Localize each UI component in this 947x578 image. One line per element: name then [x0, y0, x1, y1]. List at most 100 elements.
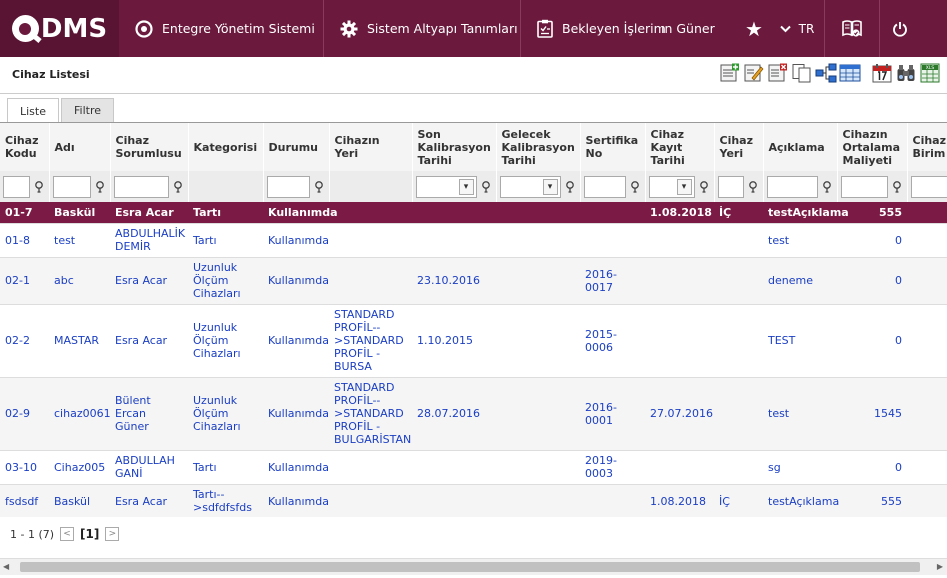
- cell-kayit-tarihi[interactable]: 1.08.2018: [645, 202, 714, 224]
- cell-kayit-tarihi[interactable]: [645, 304, 714, 378]
- cell-son-kalibrasyon[interactable]: [412, 484, 496, 517]
- cell-aciklama[interactable]: testAçıklama: [763, 202, 849, 224]
- cell-adi[interactable]: Baskül: [49, 202, 110, 224]
- cell-birim[interactable]: [907, 484, 947, 517]
- cell-cihaz-yeri[interactable]: [714, 257, 763, 305]
- nav-sistem-altyapi[interactable]: Sistem Altyapı Tanımları: [324, 0, 521, 57]
- col-header-durumu[interactable]: Durumu: [263, 123, 330, 171]
- cell-son-kalibrasyon[interactable]: [412, 223, 496, 258]
- cell-gelecek-kalibrasyon[interactable]: [496, 202, 580, 224]
- cell-sorumlu[interactable]: Esra Acar: [110, 202, 188, 224]
- binoculars-icon[interactable]: [895, 62, 917, 84]
- cell-adi[interactable]: Cihaz005: [49, 450, 110, 485]
- cell-maliyet[interactable]: 0: [837, 304, 907, 378]
- copy-record-icon[interactable]: [791, 62, 813, 84]
- cell-sorumlu[interactable]: Esra Acar: [110, 484, 188, 517]
- cell-kategori[interactable]: Uzunluk Ölçüm Cihazları: [188, 377, 263, 451]
- col-header-cihaz-kodu[interactable]: Cihaz Kodu: [0, 123, 50, 171]
- logo[interactable]: DMS: [0, 0, 119, 57]
- cell-cihaz-kodu[interactable]: 03-10: [0, 450, 49, 485]
- cell-durum[interactable]: Kullanımda: [263, 484, 329, 517]
- scrollbar-thumb[interactable]: [20, 562, 920, 572]
- filter-input[interactable]: [910, 175, 947, 198]
- table-row[interactable]: 03-10 Cihaz005 ABDULLAH GANİ Tartı Kulla…: [0, 450, 947, 485]
- cell-cihazin-yeri[interactable]: [329, 202, 412, 224]
- cell-gelecek-kalibrasyon[interactable]: [496, 304, 580, 378]
- chevron-down-icon[interactable]: ▾: [676, 178, 692, 195]
- cell-cihaz-kodu[interactable]: 02-9: [0, 377, 49, 451]
- cell-gelecek-kalibrasyon[interactable]: [496, 223, 580, 258]
- cell-adi[interactable]: cihaz0061: [49, 377, 111, 451]
- col-header-cihaz-yeri[interactable]: Cihaz Yeri: [714, 123, 764, 171]
- cell-son-kalibrasyon[interactable]: [412, 202, 496, 224]
- cell-kategori[interactable]: Tartı: [188, 202, 263, 224]
- cell-cihaz-yeri[interactable]: İÇ: [714, 484, 763, 517]
- cell-kategori[interactable]: Uzunluk Ölçüm Cihazları: [188, 257, 263, 305]
- cell-birim[interactable]: [907, 202, 947, 224]
- cell-son-kalibrasyon[interactable]: [412, 450, 496, 485]
- filter-icon[interactable]: [697, 180, 711, 194]
- cell-son-kalibrasyon[interactable]: 28.07.2016: [412, 377, 496, 451]
- cell-durum[interactable]: Kullanımda: [263, 257, 329, 305]
- cell-sertifika[interactable]: [580, 223, 645, 258]
- col-header-sertifika-no[interactable]: Sertifika No: [580, 123, 646, 171]
- cell-maliyet[interactable]: 0: [837, 450, 907, 485]
- cell-cihaz-kodu[interactable]: 01-8: [0, 223, 49, 258]
- filter-input[interactable]: [3, 175, 30, 198]
- cell-cihaz-yeri[interactable]: [714, 377, 763, 451]
- grid-view-icon[interactable]: [839, 62, 861, 84]
- cell-sorumlu[interactable]: ABDULLAH GANİ: [110, 450, 188, 485]
- cell-sorumlu[interactable]: ABDULHALİK DEMİR: [110, 223, 188, 258]
- cell-birim[interactable]: [907, 257, 947, 305]
- cell-kayit-tarihi[interactable]: 27.07.2016: [645, 377, 714, 451]
- nav-entegre-yonetim[interactable]: Entegre Yönetim Sistemi: [119, 0, 324, 57]
- filter-input[interactable]: [266, 175, 310, 198]
- cell-sertifika[interactable]: 2015-0006: [580, 304, 645, 378]
- cell-sorumlu[interactable]: Esra Acar: [110, 304, 188, 378]
- cell-cihazin-yeri[interactable]: [329, 223, 412, 258]
- cell-sertifika[interactable]: [580, 484, 645, 517]
- cell-adi[interactable]: abc: [49, 257, 110, 305]
- table-row[interactable]: 02-9 cihaz0061 Bülent Ercan Güner Uzunlu…: [0, 377, 947, 451]
- cell-gelecek-kalibrasyon[interactable]: [496, 484, 580, 517]
- col-header-son-kalibrasyon[interactable]: Son Kalibrasyon Tarihi: [412, 123, 497, 171]
- cell-adi[interactable]: test: [49, 223, 110, 258]
- cell-adi[interactable]: Baskül: [49, 484, 110, 517]
- filter-icon[interactable]: [93, 180, 107, 194]
- filter-icon[interactable]: [171, 180, 185, 194]
- col-header-cihaz-birim[interactable]: Cihaz Birim: [907, 123, 947, 171]
- cell-son-kalibrasyon[interactable]: 23.10.2016: [412, 257, 496, 305]
- cell-cihaz-yeri[interactable]: [714, 304, 763, 378]
- add-record-icon[interactable]: [719, 62, 741, 84]
- scroll-right-icon[interactable]: ▶: [937, 562, 943, 571]
- cell-kayit-tarihi[interactable]: [645, 450, 714, 485]
- cell-durum[interactable]: Kullanımda: [263, 223, 329, 258]
- col-header-adi[interactable]: Adı: [49, 123, 111, 171]
- cell-aciklama[interactable]: sg: [763, 450, 837, 485]
- cell-cihazin-yeri[interactable]: STANDARD PROFİL-->STANDARD PROFİL - BULG…: [329, 377, 412, 451]
- cell-aciklama[interactable]: deneme: [763, 257, 837, 305]
- filter-input[interactable]: [113, 175, 169, 198]
- cell-sorumlu[interactable]: Bülent Ercan Güner: [110, 377, 188, 451]
- export-excel-icon[interactable]: XLS: [919, 62, 941, 84]
- cell-sorumlu[interactable]: Esra Acar: [110, 257, 188, 305]
- pager-current-page[interactable]: [1]: [80, 527, 99, 541]
- col-header-ortalama-maliyet[interactable]: Cihazın Ortalama Maliyeti: [837, 123, 908, 171]
- cell-sertifika[interactable]: 2019-0003: [580, 450, 645, 485]
- cell-cihazin-yeri[interactable]: STANDARD PROFİL-->STANDARD PROFİL - BURS…: [329, 304, 412, 378]
- filter-icon[interactable]: [628, 180, 642, 194]
- cell-kategori[interactable]: Tartı-->sdfdfsfds: [188, 484, 263, 517]
- table-row[interactable]: 01-8 test ABDULHALİK DEMİR Tartı Kullanı…: [0, 223, 947, 258]
- cell-kategori[interactable]: Uzunluk Ölçüm Cihazları: [188, 304, 263, 378]
- cell-cihaz-kodu[interactable]: 02-2: [0, 304, 49, 378]
- cell-birim[interactable]: [907, 223, 947, 258]
- filter-icon[interactable]: [746, 180, 760, 194]
- filter-date-select[interactable]: ▾: [648, 175, 695, 198]
- hierarchy-icon[interactable]: [815, 62, 837, 84]
- table-row[interactable]: 01-7 Baskül Esra Acar Tartı Kullanımda 1…: [0, 202, 947, 224]
- col-header-kayit-tarihi[interactable]: Cihaz Kayıt Tarihi: [645, 123, 715, 171]
- cell-son-kalibrasyon[interactable]: 1.10.2015: [412, 304, 496, 378]
- pager-next-icon[interactable]: >: [105, 527, 120, 541]
- cell-aciklama[interactable]: test: [763, 223, 837, 258]
- horizontal-scrollbar[interactable]: ◀ ▶: [0, 558, 947, 575]
